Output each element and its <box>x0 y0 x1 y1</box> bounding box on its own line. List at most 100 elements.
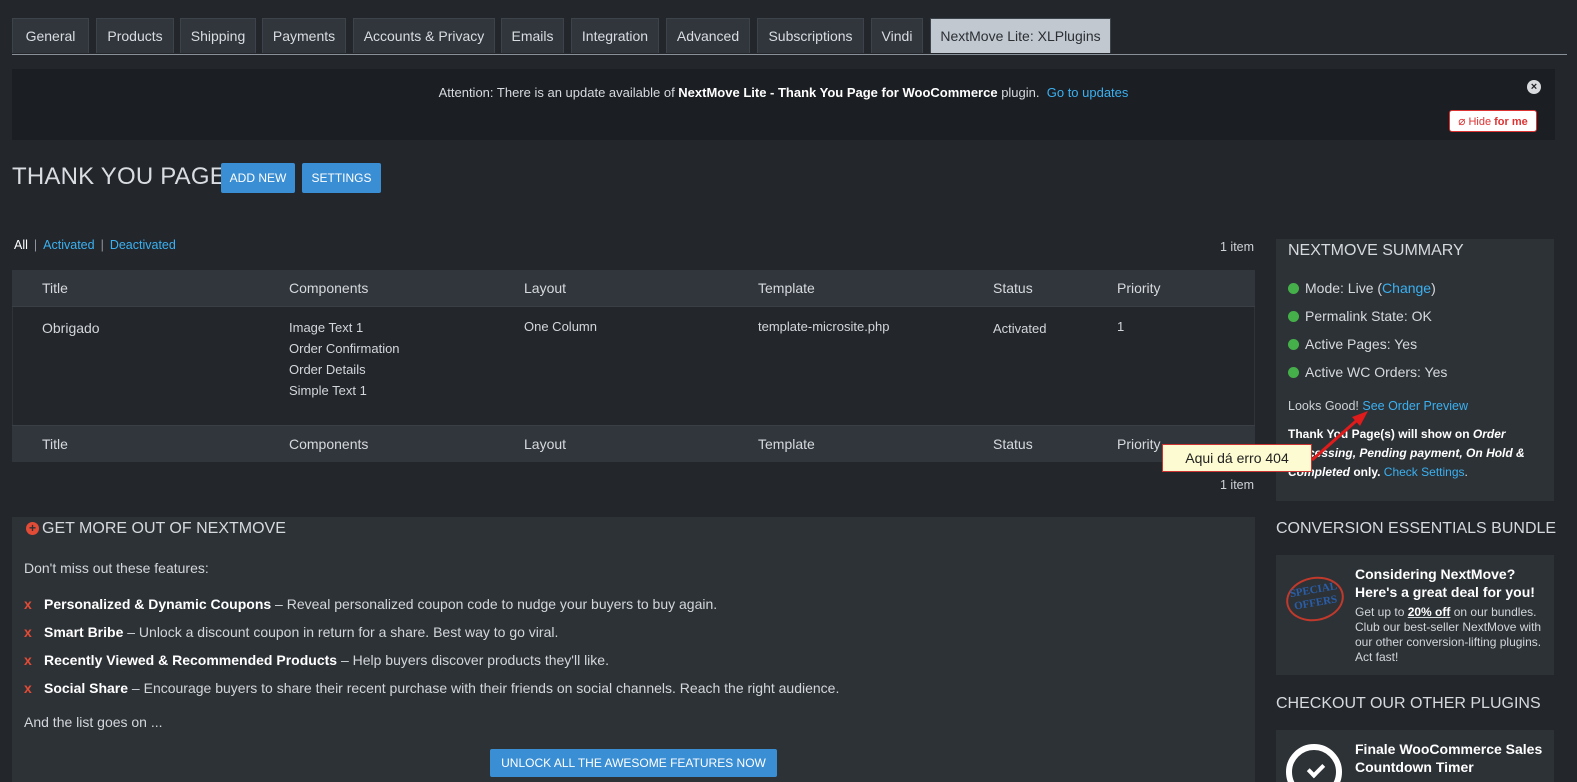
notice-suffix: plugin. <box>997 85 1040 100</box>
status-dot-icon <box>1288 283 1299 294</box>
add-new-button[interactable]: ADD NEW <box>221 163 295 193</box>
looks-good-row: Looks Good! See Order Preview <box>1288 399 1468 413</box>
item-count-top: 1 item <box>1220 240 1255 254</box>
eye-slash-icon: ⌀ <box>1458 114 1466 128</box>
filter-activated[interactable]: Activated <box>43 238 94 252</box>
status-filters: All | Activated | Deactivated <box>14 238 176 252</box>
plugin-card[interactable]: Finale WooCommerce Sales Countdown Timer <box>1276 730 1554 782</box>
go-to-updates-link[interactable]: Go to updates <box>1047 85 1129 100</box>
x-icon: x <box>24 596 32 612</box>
plugin-title: Finale WooCommerce Sales Countdown Timer <box>1355 741 1543 775</box>
mode-label: Mode: Live ( <box>1305 280 1383 296</box>
tab-vindi[interactable]: Vindi <box>871 18 923 53</box>
notice-plugin-name: NextMove Lite - Thank You Page for WooCo… <box>678 85 998 100</box>
unlock-features-button[interactable]: UNLOCK ALL THE AWESOME FEATURES NOW <box>490 749 777 777</box>
x-icon: x <box>24 652 32 668</box>
feature-desc: – Unlock a discount coupon in return for… <box>123 624 559 640</box>
col-title-footer[interactable]: Title <box>42 426 68 462</box>
summary-active-pages: Active Pages: Yes <box>1288 336 1417 352</box>
tab-products[interactable]: Products <box>96 18 174 53</box>
row-layout: One Column <box>524 319 597 334</box>
col-status-footer: Status <box>993 436 1033 452</box>
tab-advanced[interactable]: Advanced <box>666 18 750 53</box>
hide-for-me-label: for me <box>1494 116 1528 128</box>
tab-integration[interactable]: Integration <box>571 18 659 53</box>
hide-for-me-button[interactable]: ⌀ Hide for me <box>1449 110 1537 132</box>
col-title[interactable]: Title <box>42 270 68 306</box>
feature-item: x Personalized & Dynamic Coupons – Reveal… <box>24 596 717 612</box>
feature-name: Smart Bribe <box>44 624 124 640</box>
component-item: Order Confirmation <box>289 341 400 356</box>
see-order-preview-link[interactable]: See Order Preview <box>1362 399 1468 413</box>
nextmove-summary: NEXTMOVE SUMMARY Mode: Live (Change) Per… <box>1276 239 1554 501</box>
col-layout-footer: Layout <box>524 436 567 452</box>
settings-button[interactable]: SETTINGS <box>302 163 381 193</box>
looks-good-label: Looks Good! <box>1288 399 1359 413</box>
feature-name: Social Share <box>44 680 129 696</box>
feature-item: x Recently Viewed & Recommended Products … <box>24 652 609 668</box>
table-header: Title Components Layout Template Status … <box>12 270 1255 307</box>
summary-mode: Mode: Live (Change) <box>1288 280 1436 296</box>
check-settings-link[interactable]: Check Settings <box>1384 465 1465 479</box>
filter-all[interactable]: All <box>14 238 28 252</box>
col-layout: Layout <box>524 280 567 296</box>
tab-shipping[interactable]: Shipping <box>180 18 256 53</box>
get-more-panel: + GET MORE OUT OF NEXTMOVE Don't miss out… <box>12 517 1255 782</box>
row-components: Image Text 1 Order Confirmation Order De… <box>289 317 400 401</box>
bundle-card[interactable]: SPECIAL OFFERS Considering NextMove? Her… <box>1276 555 1554 675</box>
feature-name: Personalized & Dynamic Coupons <box>44 596 272 612</box>
note-part-e: only. <box>1350 465 1384 479</box>
row-template: template-microsite.php <box>758 319 890 334</box>
col-priority-footer[interactable]: Priority <box>1117 426 1161 462</box>
thank-you-pages-table: Title Components Layout Template Status … <box>12 270 1255 462</box>
plus-circle-icon: + <box>26 522 39 535</box>
component-item: Order Details <box>289 362 366 377</box>
tab-nextmove-lite[interactable]: NextMove Lite: XLPlugins <box>930 18 1111 53</box>
bundle-heading: CONVERSION ESSENTIALS BUNDLE <box>1276 520 1557 537</box>
col-status: Status <box>993 280 1033 296</box>
feature-name: Recently Viewed & Recommended Products <box>44 652 338 668</box>
col-components: Components <box>289 280 369 296</box>
feature-item: x Smart Bribe – Unlock a discount coupon … <box>24 624 558 640</box>
tab-subscriptions[interactable]: Subscriptions <box>757 18 864 53</box>
tab-accounts-privacy[interactable]: Accounts & Privacy <box>353 18 495 53</box>
tab-payments[interactable]: Payments <box>262 18 346 53</box>
note-part-b: Order <box>1472 427 1506 441</box>
close-icon[interactable]: × <box>1527 80 1541 94</box>
status-dot-icon <box>1288 367 1299 378</box>
row-priority: 1 <box>1117 319 1125 334</box>
permalink-label: Permalink State: OK <box>1305 308 1432 324</box>
get-more-title: + GET MORE OUT OF NEXTMOVE <box>26 520 286 538</box>
settings-tabs: General Products Shipping Payments Accou… <box>12 18 1567 55</box>
row-title-link[interactable]: Obrigado <box>42 320 100 336</box>
filter-deactivated[interactable]: Deactivated <box>110 238 176 252</box>
status-dot-icon <box>1288 311 1299 322</box>
table-footer: Title Components Layout Template Status … <box>12 425 1255 462</box>
mode-close: ) <box>1431 280 1436 296</box>
page-title: THANK YOU PAGES <box>12 163 243 190</box>
annotation-callout: Aqui dá erro 404 <box>1162 444 1312 472</box>
bundle-text-a: Get up to <box>1355 605 1408 619</box>
list-goes-on: And the list goes on ... <box>24 714 163 730</box>
get-more-title-text: GET MORE OUT OF NEXTMOVE <box>42 520 286 537</box>
col-priority[interactable]: Priority <box>1117 270 1161 306</box>
update-notice: Attention: There is an update available … <box>12 69 1555 140</box>
summary-active-orders: Active WC Orders: Yes <box>1288 364 1447 380</box>
table-row: Obrigado Image Text 1 Order Confirmation… <box>12 307 1255 425</box>
tab-general[interactable]: General <box>12 18 89 53</box>
tab-emails[interactable]: Emails <box>501 18 564 53</box>
col-components-footer: Components <box>289 436 369 452</box>
status-dot-icon <box>1288 339 1299 350</box>
notice-message: Attention: There is an update available … <box>12 85 1555 100</box>
x-icon: x <box>24 624 32 640</box>
x-icon: x <box>24 680 32 696</box>
other-plugins-heading: CHECKOUT OUR OTHER PLUGINS <box>1276 695 1541 712</box>
col-template: Template <box>758 280 815 296</box>
bundle-text: Get up to 20% off on our bundles. Club o… <box>1355 605 1550 665</box>
bundle-discount: 20% off <box>1407 605 1451 619</box>
feature-desc: – Help buyers discover products they'll … <box>337 652 609 668</box>
notice-prefix: Attention: There is an update available … <box>438 85 679 100</box>
change-mode-link[interactable]: Change <box>1382 280 1431 296</box>
special-offers-badge-icon: SPECIAL OFFERS <box>1282 572 1348 626</box>
feature-desc: – Reveal personalized coupon code to nud… <box>271 596 718 612</box>
